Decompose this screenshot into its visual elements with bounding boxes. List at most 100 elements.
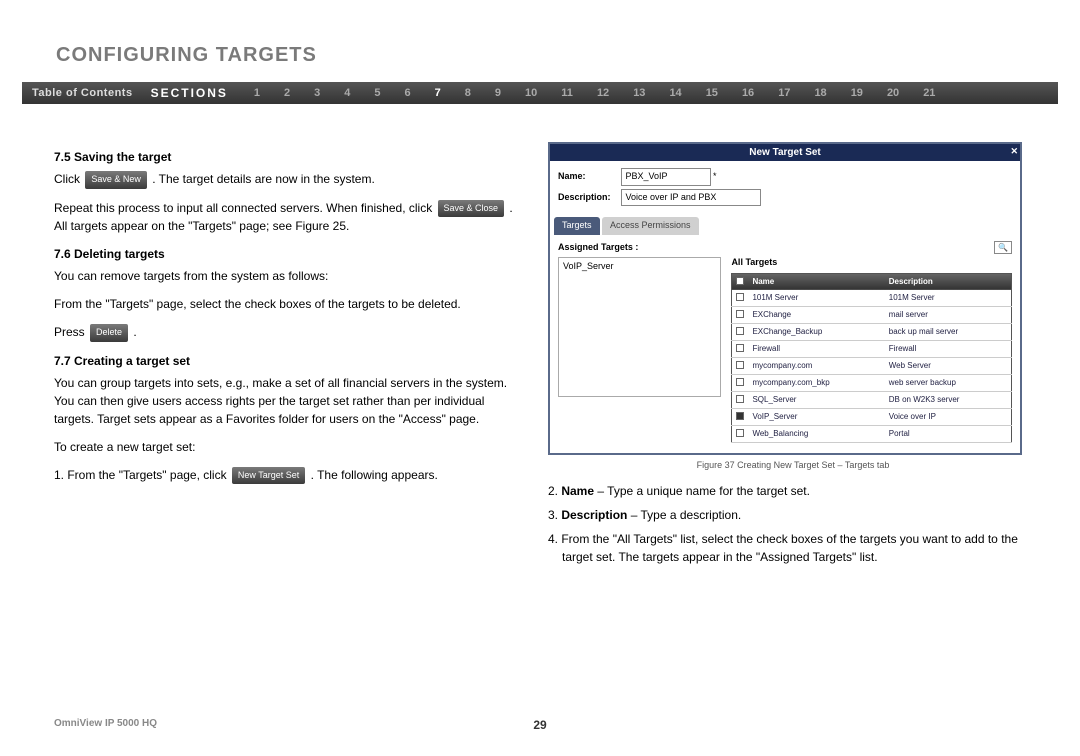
target-name: VoIP_Server: [748, 408, 884, 425]
heading-7-6: 7.6 Deleting targets: [54, 245, 524, 263]
nav-sections-label: SECTIONS: [151, 86, 228, 100]
checkbox[interactable]: [736, 378, 744, 386]
table-row[interactable]: SQL_ServerDB on W2K3 server: [732, 391, 1012, 408]
target-description: web server backup: [885, 374, 1012, 391]
table-row[interactable]: mycompany.com_bkpweb server backup: [732, 374, 1012, 391]
checkbox[interactable]: [736, 361, 744, 369]
nav-section-1[interactable]: 1: [254, 87, 260, 99]
target-description: mail server: [885, 306, 1012, 323]
nav-toc-link[interactable]: Table of Contents: [32, 87, 133, 99]
nav-section-19[interactable]: 19: [851, 87, 863, 99]
nav-section-2[interactable]: 2: [284, 87, 290, 99]
nav-section-18[interactable]: 18: [814, 87, 826, 99]
nav-section-11[interactable]: 11: [561, 87, 573, 99]
figure-screenshot: New Target Set ✕ Name: PBX_VoIP * Descri…: [548, 142, 1022, 455]
right-column: New Target Set ✕ Name: PBX_VoIP * Descri…: [548, 142, 1038, 572]
description-label: Description:: [558, 191, 618, 205]
checkbox[interactable]: [736, 395, 744, 403]
tab-targets[interactable]: Targets: [554, 217, 600, 235]
column-name: Name: [748, 273, 884, 290]
table-row[interactable]: VoIP_ServerVoice over IP: [732, 408, 1012, 425]
target-description: back up mail server: [885, 323, 1012, 340]
target-name: SQL_Server: [748, 391, 884, 408]
list-item[interactable]: VoIP_Server: [559, 258, 720, 276]
text: You can group targets into sets, e.g., m…: [54, 374, 524, 428]
target-name: EXChange: [748, 306, 884, 323]
checkbox[interactable]: [736, 293, 744, 301]
name-field[interactable]: PBX_VoIP: [621, 168, 711, 186]
page-title: CONFIGURING TARGETS: [56, 44, 317, 67]
table-row[interactable]: FirewallFirewall: [732, 340, 1012, 357]
text: 2.: [548, 484, 561, 498]
nav-section-6[interactable]: 6: [405, 87, 411, 99]
table-row[interactable]: EXChange_Backupback up mail server: [732, 323, 1012, 340]
close-icon[interactable]: ✕: [1010, 145, 1018, 159]
text-name: Name: [561, 484, 594, 498]
checkbox[interactable]: [736, 429, 744, 437]
text: Click: [54, 172, 83, 186]
tab-access-permissions[interactable]: Access Permissions: [602, 217, 699, 235]
left-column: 7.5 Saving the target Click Save & New .…: [54, 142, 524, 572]
table-row[interactable]: mycompany.comWeb Server: [732, 357, 1012, 374]
target-name: Web_Balancing: [748, 425, 884, 442]
text: – Type a unique name for the target set.: [594, 484, 810, 498]
nav-section-12[interactable]: 12: [597, 87, 609, 99]
figure-caption: Figure 37 Creating New Target Set – Targ…: [548, 459, 1038, 473]
page-footer: OmniView IP 5000 HQ 29: [54, 718, 1026, 732]
target-name: EXChange_Backup: [748, 323, 884, 340]
target-name: Firewall: [748, 340, 884, 357]
target-name: mycompany.com_bkp: [748, 374, 884, 391]
assigned-targets-list[interactable]: VoIP_Server: [558, 257, 721, 397]
text: To create a new target set:: [54, 438, 524, 456]
nav-section-16[interactable]: 16: [742, 87, 754, 99]
target-description: Voice over IP: [885, 408, 1012, 425]
checkbox[interactable]: [736, 412, 744, 420]
dialog-titlebar: New Target Set ✕: [550, 144, 1020, 161]
nav-section-13[interactable]: 13: [633, 87, 645, 99]
checkbox[interactable]: [736, 327, 744, 335]
footer-page-number: 29: [54, 718, 1026, 732]
nav-section-20[interactable]: 20: [887, 87, 899, 99]
all-targets-title: All Targets: [731, 256, 1012, 270]
target-name: mycompany.com: [748, 357, 884, 374]
delete-button: Delete: [90, 324, 128, 342]
new-target-set-button: New Target Set: [232, 467, 305, 485]
target-description: Web Server: [885, 357, 1012, 374]
checkbox[interactable]: [736, 344, 744, 352]
checkbox[interactable]: [736, 310, 744, 318]
nav-section-17[interactable]: 17: [778, 87, 790, 99]
text: . The following appears.: [311, 468, 438, 482]
description-field[interactable]: Voice over IP and PBX: [621, 189, 761, 207]
nav-section-4[interactable]: 4: [344, 87, 350, 99]
footer-product-name: OmniView IP 5000 HQ: [54, 718, 157, 729]
nav-section-21[interactable]: 21: [923, 87, 935, 99]
nav-section-7[interactable]: 7: [435, 87, 441, 99]
text: From the "Targets" page, select the chec…: [54, 295, 524, 313]
target-description: Firewall: [885, 340, 1012, 357]
target-description: 101M Server: [885, 290, 1012, 307]
nav-section-3[interactable]: 3: [314, 87, 320, 99]
search-icon[interactable]: 🔍: [994, 241, 1012, 254]
nav-section-10[interactable]: 10: [525, 87, 537, 99]
nav-section-15[interactable]: 15: [706, 87, 718, 99]
target-description: Portal: [885, 425, 1012, 442]
all-targets-table: Name Description 101M Server101M ServerE…: [731, 273, 1012, 443]
text: Press: [54, 325, 88, 339]
nav-section-5[interactable]: 5: [374, 87, 380, 99]
text: 4. From the "All Targets" list, select t…: [548, 530, 1038, 566]
nav-section-9[interactable]: 9: [495, 87, 501, 99]
save-and-close-button: Save & Close: [438, 200, 505, 218]
select-all-header[interactable]: [732, 273, 749, 290]
nav-section-14[interactable]: 14: [669, 87, 681, 99]
column-description: Description: [885, 273, 1012, 290]
table-row[interactable]: EXChangemail server: [732, 306, 1012, 323]
text: .: [133, 325, 136, 339]
text: – Type a description.: [627, 508, 741, 522]
section-nav-bar: Table of Contents SECTIONS 1234567891011…: [22, 82, 1058, 104]
text: Repeat this process to input all connect…: [54, 201, 436, 215]
text: You can remove targets from the system a…: [54, 267, 524, 285]
table-row[interactable]: 101M Server101M Server: [732, 290, 1012, 307]
table-row[interactable]: Web_BalancingPortal: [732, 425, 1012, 442]
nav-section-8[interactable]: 8: [465, 87, 471, 99]
heading-7-7: 7.7 Creating a target set: [54, 352, 524, 370]
